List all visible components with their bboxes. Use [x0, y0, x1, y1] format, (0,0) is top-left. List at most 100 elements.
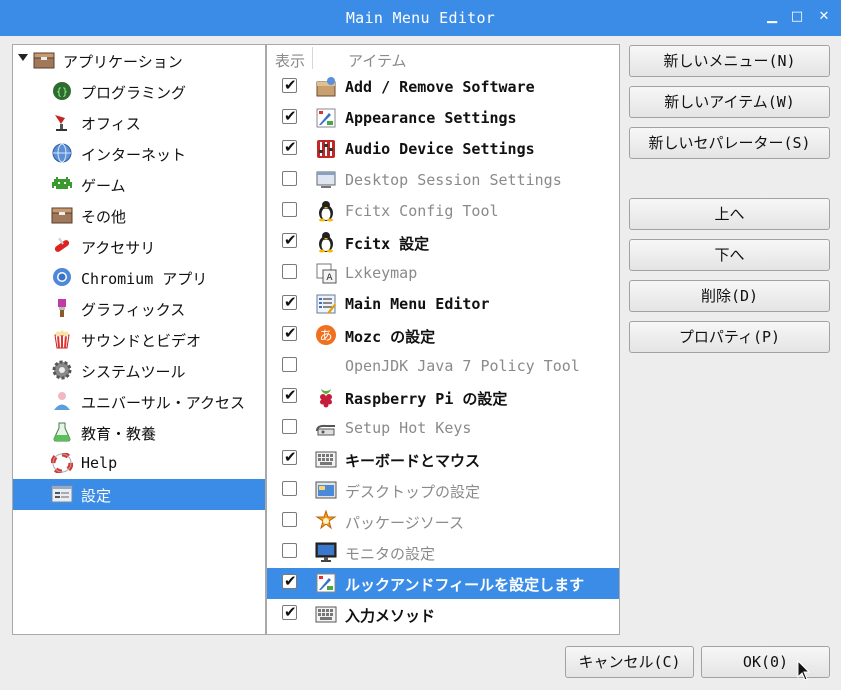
tree-item-education[interactable]: 教育・教養	[13, 417, 265, 448]
tree-item-sound-video[interactable]: サウンドとビデオ	[13, 324, 265, 355]
expand-arrow-icon[interactable]	[18, 54, 28, 61]
list-item[interactable]: パッケージソース	[267, 506, 619, 537]
tree-item-office[interactable]: オフィス	[13, 107, 265, 138]
tree-root-applications[interactable]: アプリケーション	[13, 45, 265, 76]
show-checkbox[interactable]	[282, 419, 297, 434]
list-item[interactable]: OpenJDK Java 7 Policy Tool	[267, 351, 619, 382]
programming-icon: {}	[53, 82, 71, 100]
tree-item-label: インターネット	[81, 146, 187, 164]
show-checkbox[interactable]	[282, 264, 297, 279]
maximize-button[interactable]: □	[788, 8, 806, 26]
show-checkbox[interactable]: ✔	[282, 386, 297, 404]
show-checkbox[interactable]: ✔	[282, 572, 297, 590]
show-checkbox[interactable]	[282, 171, 297, 186]
tree-item-other[interactable]: その他	[13, 200, 265, 231]
system-gear-icon	[52, 360, 72, 380]
list-item[interactable]: ✔ 入力メソッド	[267, 599, 619, 630]
list-item[interactable]: ✔ キーボードとマウス	[267, 444, 619, 475]
checkmark-icon: ✔	[284, 448, 297, 466]
tree-item-internet[interactable]: インターネット	[13, 138, 265, 169]
checkmark-icon: ✔	[284, 386, 297, 404]
show-checkbox[interactable]: ✔	[282, 293, 297, 311]
properties-button[interactable]: プロパティ(P)	[629, 321, 830, 353]
column-header-item[interactable]: アイテム	[348, 50, 407, 71]
close-button[interactable]: ✕	[815, 8, 833, 26]
list-item[interactable]: モニタの設定	[267, 537, 619, 568]
tree-item-label: その他	[81, 208, 127, 226]
accessibility-person-icon	[54, 392, 70, 410]
svg-text:A: A	[326, 273, 333, 283]
cancel-button[interactable]: キャンセル(C)	[565, 646, 694, 678]
penguin-icon	[319, 232, 333, 253]
list-item[interactable]: A Lxkeymap	[267, 258, 619, 289]
chromium-icon	[53, 268, 71, 286]
list-item[interactable]: ✔ Add / Remove Software	[267, 72, 619, 103]
column-divider	[312, 47, 313, 69]
mouse-cursor-icon	[797, 660, 811, 681]
list-item-label: モニタの設定	[345, 545, 436, 563]
minimize-button[interactable]: ▁	[763, 8, 781, 26]
show-checkbox[interactable]: ✔	[282, 138, 297, 156]
list-item[interactable]: Setup Hot Keys	[267, 413, 619, 444]
audio-mixer-icon	[317, 140, 335, 158]
package-source-icon	[315, 510, 337, 530]
list-item[interactable]: ✔ Audio Device Settings	[267, 134, 619, 165]
list-item[interactable]: ✔ あ Mozc の設定	[267, 320, 619, 351]
list-item[interactable]: ✔ ルックアンドフィールを設定します	[267, 568, 619, 599]
list-item[interactable]: Desktop Session Settings	[267, 165, 619, 196]
column-header-show[interactable]: 表示	[275, 50, 305, 71]
list-item[interactable]: ✔ Main Menu Editor	[267, 289, 619, 320]
delete-button[interactable]: 削除(D)	[629, 280, 830, 312]
list-item[interactable]: ✔ Appearance Settings	[267, 103, 619, 134]
new-menu-button[interactable]: 新しいメニュー(N)	[629, 45, 830, 77]
list-item-label: Desktop Session Settings	[345, 171, 562, 189]
other-box-icon	[51, 207, 73, 224]
tree-item-help[interactable]: Help	[13, 448, 265, 479]
game-invader-icon	[52, 177, 72, 189]
list-item-label: Raspberry Pi の設定	[345, 390, 508, 408]
list-item[interactable]: デスクトップの設定	[267, 475, 619, 506]
list-item-label: キーボードとマウス	[345, 452, 481, 470]
tree-item-accessories[interactable]: アクセサリ	[13, 231, 265, 262]
tree-item-settings[interactable]: 設定	[13, 479, 265, 510]
main-menu-editor-window: Main Menu Editor ▁ □ ✕ アプリケーション {} プログラミ…	[0, 0, 841, 690]
menu-tree[interactable]: アプリケーション {} プログラミング オフィス インターネット ゲーム その他…	[12, 44, 266, 635]
new-item-button[interactable]: 新しいアイテム(W)	[629, 86, 830, 118]
list-item-label: パッケージソース	[345, 514, 464, 532]
move-up-button[interactable]: 上へ	[629, 198, 830, 230]
move-down-button[interactable]: 下へ	[629, 239, 830, 271]
show-checkbox[interactable]: ✔	[282, 324, 297, 342]
show-checkbox[interactable]: ✔	[282, 76, 297, 94]
show-checkbox[interactable]	[282, 543, 297, 558]
title-bar[interactable]: Main Menu Editor ▁ □ ✕	[0, 0, 841, 36]
show-checkbox[interactable]: ✔	[282, 231, 297, 249]
show-checkbox[interactable]	[282, 357, 297, 372]
show-checkbox[interactable]	[282, 481, 297, 496]
list-item[interactable]: Fcitx Config Tool	[267, 196, 619, 227]
new-separator-button[interactable]: 新しいセパレーター(S)	[629, 127, 830, 159]
show-checkbox[interactable]	[282, 512, 297, 527]
monitor-icon	[315, 542, 337, 562]
tree-item-programming[interactable]: {} プログラミング	[13, 76, 265, 107]
tree-item-label: 教育・教養	[81, 425, 157, 443]
applications-box-icon	[33, 52, 55, 69]
show-checkbox[interactable]	[282, 202, 297, 217]
menu-item-list[interactable]: 表示 アイテム ✔ Add / Remove Software ✔ Appearanc…	[266, 44, 620, 635]
checkmark-icon: ✔	[284, 572, 297, 590]
tree-item-label: ユニバーサル・アクセス	[81, 394, 245, 412]
tree-item-graphics[interactable]: グラフィックス	[13, 293, 265, 324]
education-flask-icon	[53, 422, 71, 442]
tree-item-universal-access[interactable]: ユニバーサル・アクセス	[13, 386, 265, 417]
desktop-icon	[315, 481, 337, 499]
window-title: Main Menu Editor	[345, 9, 496, 27]
list-item[interactable]: ✔ Raspberry Pi の設定	[267, 382, 619, 413]
show-checkbox[interactable]: ✔	[282, 107, 297, 125]
show-checkbox[interactable]: ✔	[282, 448, 297, 466]
tree-item-games[interactable]: ゲーム	[13, 169, 265, 200]
tree-item-system-tools[interactable]: システムツール	[13, 355, 265, 386]
appearance-icon	[316, 108, 336, 128]
list-item-label: Fcitx 設定	[345, 235, 430, 253]
list-item[interactable]: ✔ Fcitx 設定	[267, 227, 619, 258]
show-checkbox[interactable]: ✔	[282, 603, 297, 621]
tree-item-chromium-apps[interactable]: Chromium アプリ	[13, 262, 265, 293]
